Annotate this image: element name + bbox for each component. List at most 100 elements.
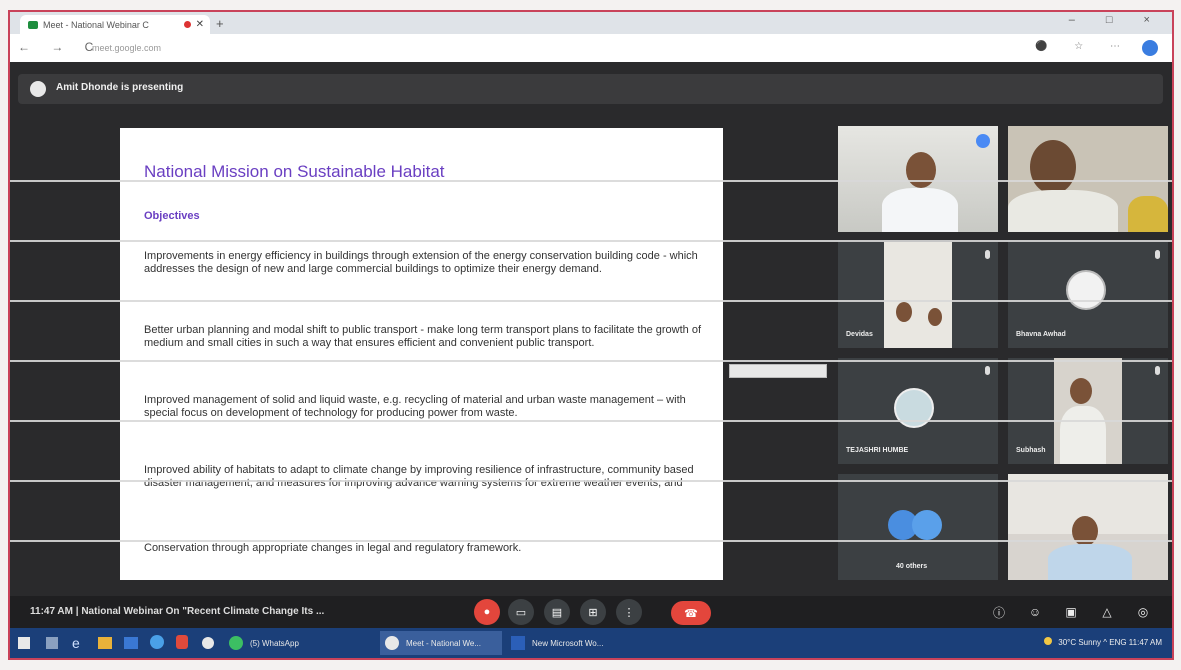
windows-taskbar: e (5) WhatsApp Meet - National We... New…: [10, 628, 1172, 658]
profile-avatar[interactable]: [1142, 40, 1158, 56]
meet-stage: Amit Dhonde is presenting National Missi…: [10, 62, 1172, 626]
browser-tab[interactable]: Meet - National Webinar C ✕: [20, 15, 210, 34]
more-options-button[interactable]: ⋮: [616, 599, 642, 625]
mic-toggle-button[interactable]: ●: [474, 599, 500, 625]
new-tab-button[interactable]: +: [216, 16, 224, 31]
slide-title: National Mission on Sustainable Habitat: [144, 162, 445, 181]
tray-text: 30°C Sunny ^ ENG 11:47 AM: [1058, 638, 1162, 647]
file-explorer-icon[interactable]: [98, 637, 112, 649]
presenter-avatar-icon: [30, 81, 46, 97]
scan-line: [10, 300, 1172, 302]
screen-frame: Meet - National Webinar C ✕ + – □ × ← → …: [8, 10, 1174, 660]
slide-paragraph: Improvements in energy efficiency in bui…: [144, 250, 698, 275]
recording-dot-icon: [183, 21, 191, 28]
people-icon[interactable]: ☺: [1028, 605, 1042, 619]
muted-mic-icon: [985, 366, 990, 375]
scan-line: [10, 180, 1172, 182]
meet-controls-bar: 11:47 AM | National Webinar On "Recent C…: [10, 596, 1172, 628]
captions-button[interactable]: ▤: [544, 599, 570, 625]
app-icon[interactable]: [176, 635, 188, 649]
participant-tile[interactable]: TEJASHRI HUMBE: [838, 358, 998, 464]
browser-tab-bar: Meet - National Webinar C ✕ + – □ ×: [10, 12, 1172, 34]
participant-avatar: [1066, 270, 1106, 310]
slide-paragraph: Improved management of solid and liquid …: [144, 394, 686, 419]
presentation-slide: National Mission on Sustainable Habitat …: [120, 128, 723, 580]
participant-tile[interactable]: [838, 126, 998, 232]
participant-body: [1008, 190, 1118, 232]
edge-browser-icon[interactable]: e: [72, 635, 88, 651]
pin-icon[interactable]: [976, 134, 990, 148]
weather-icon: [1044, 637, 1053, 645]
scan-line: [10, 480, 1172, 482]
slide-paragraph: Better urban planning and modal shift to…: [144, 324, 702, 349]
self-view-pip[interactable]: [729, 364, 827, 378]
scan-line: [10, 540, 1172, 542]
muted-mic-icon: [1155, 366, 1160, 375]
participant-body: [882, 188, 958, 232]
activities-icon[interactable]: △: [1100, 605, 1114, 619]
taskbar-app-label: Meet - National We...: [406, 638, 481, 648]
participant-avatar: [894, 388, 934, 428]
participant-name: Subhash: [1016, 447, 1046, 454]
participant-tile[interactable]: Subhash: [1008, 358, 1168, 464]
slide-subtitle: Objectives: [144, 210, 200, 222]
chrome-icon: [385, 636, 399, 650]
scan-line: [10, 240, 1172, 242]
taskbar-app-label: New Microsoft Wo...: [532, 638, 604, 648]
participant-tile[interactable]: Bhavna Awhad: [1008, 242, 1168, 348]
window-controls[interactable]: – □ ×: [1069, 14, 1164, 26]
edge-icon[interactable]: [150, 635, 164, 649]
info-icon[interactable]: ⓘ: [992, 605, 1006, 620]
presenter-banner: Amit Dhonde is presenting: [18, 74, 1163, 104]
participant-tile[interactable]: 40 others: [838, 474, 998, 580]
url-field[interactable]: meet.google.com: [92, 40, 972, 56]
participant-face: [896, 302, 912, 322]
participant-name: TEJASHRI HUMBE: [846, 447, 909, 454]
participant-face: [1030, 140, 1076, 194]
extension-icons[interactable]: ⚫ ☆ ⋯: [1035, 41, 1132, 52]
system-tray[interactable]: 30°C Sunny ^ ENG 11:47 AM: [1044, 637, 1162, 647]
participant-name: Devidas: [846, 331, 873, 338]
participant-name: Bhavna Awhad: [1016, 331, 1066, 338]
close-tab-icon[interactable]: ✕: [196, 19, 204, 30]
participant-tile[interactable]: [1008, 126, 1168, 232]
store-icon[interactable]: [124, 637, 138, 649]
host-controls-icon[interactable]: ◎: [1136, 605, 1150, 619]
taskbar-app-label: (5) WhatsApp: [250, 638, 299, 648]
tab-title: Meet - National Webinar C: [43, 19, 149, 30]
slide-paragraph: Conservation through appropriate changes…: [144, 542, 522, 554]
address-bar: ← → C meet.google.com ⚫ ☆ ⋯: [10, 34, 1172, 63]
taskbar-app-word[interactable]: New Microsoft Wo...: [506, 631, 634, 655]
muted-mic-icon: [1155, 250, 1160, 259]
participant-face: [928, 308, 942, 326]
meet-favicon-icon: [28, 20, 38, 29]
camera-toggle-button[interactable]: ▭: [508, 599, 534, 625]
participant-face: [906, 152, 936, 188]
participant-face: [1070, 378, 1092, 404]
scan-line: [10, 360, 1172, 362]
participant-body: [1128, 196, 1168, 232]
muted-mic-icon: [985, 250, 990, 259]
participant-body: [1060, 406, 1106, 464]
scan-line: [10, 420, 1172, 422]
participant-avatar: [912, 510, 942, 540]
chrome-icon[interactable]: [202, 637, 214, 649]
participant-video: [884, 242, 952, 348]
slide-paragraph: Improved ability of habitats to adapt to…: [144, 464, 694, 489]
participant-name: 40 others: [896, 563, 928, 570]
whatsapp-icon: [229, 636, 243, 650]
chat-icon[interactable]: ▣: [1064, 605, 1078, 619]
present-screen-button[interactable]: ⊞: [580, 599, 606, 625]
navigation-buttons[interactable]: ← → C: [18, 40, 102, 54]
start-button-icon[interactable]: [18, 637, 30, 649]
word-icon: [511, 636, 525, 650]
participant-tile[interactable]: Devidas: [838, 242, 998, 348]
participant-tile[interactable]: [1008, 474, 1168, 580]
participant-body: [1048, 544, 1132, 580]
taskbar-app-whatsapp[interactable]: (5) WhatsApp: [224, 631, 376, 655]
taskbar-app-meet[interactable]: Meet - National We...: [380, 631, 502, 655]
hang-up-button[interactable]: ☎: [671, 601, 711, 625]
presenter-text: Amit Dhonde is presenting: [56, 82, 184, 93]
task-view-icon[interactable]: [46, 637, 58, 649]
meeting-info: 11:47 AM | National Webinar On "Recent C…: [30, 606, 325, 617]
